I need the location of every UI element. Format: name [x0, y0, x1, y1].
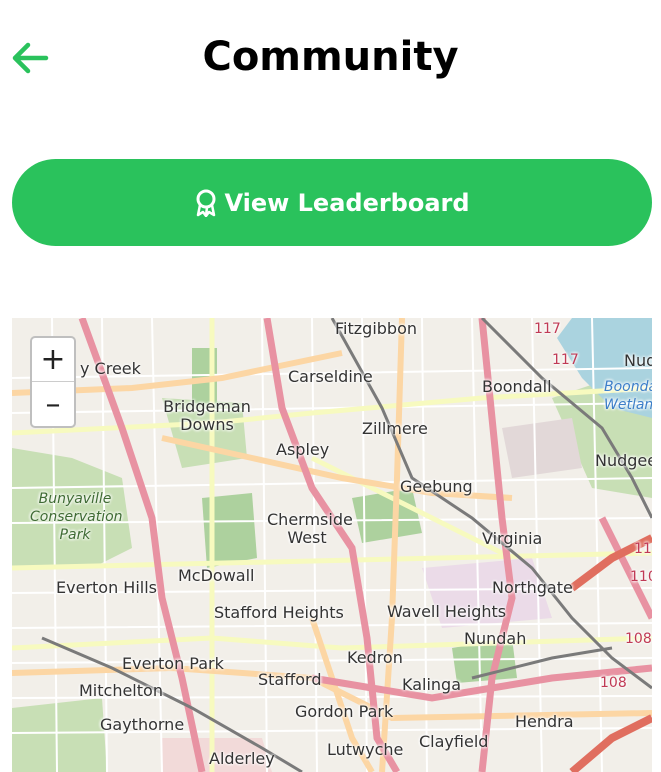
app-header: Community	[0, 0, 661, 120]
route-number-label: 108	[625, 631, 652, 647]
place-label: Aspley	[276, 440, 330, 459]
zoom-control: + –	[30, 336, 76, 428]
view-leaderboard-label: View Leaderboard	[224, 188, 470, 217]
place-label: Nundah	[464, 629, 527, 648]
place-label: Everton Hills	[56, 578, 157, 597]
route-number-label: 108	[600, 675, 627, 691]
zoom-in-button[interactable]: +	[32, 338, 74, 382]
place-label: Lutwyche	[327, 740, 404, 759]
place-label: y Creek	[80, 359, 141, 378]
place-label: Alderley	[209, 749, 275, 768]
award-ribbon-icon	[196, 189, 216, 217]
place-label: Nudgee	[595, 451, 652, 470]
place-label: Carseldine	[288, 367, 373, 386]
industrial-area	[502, 418, 582, 478]
zoom-out-button[interactable]: –	[32, 382, 74, 426]
place-label: Kalinga	[402, 675, 462, 694]
place-label: Wavell Heights	[387, 602, 507, 621]
view-leaderboard-button[interactable]: View Leaderboard	[12, 159, 652, 246]
place-label: Stafford	[258, 670, 322, 689]
place-label: Northgate	[492, 578, 573, 597]
place-label: Kedron	[347, 648, 403, 667]
place-label: Nud	[624, 351, 652, 370]
route-number-label: 11	[634, 541, 652, 557]
place-label: Clayfield	[419, 732, 489, 751]
place-label: Mitchelton	[79, 681, 163, 700]
place-label: McDowall	[178, 566, 255, 585]
place-label: Gordon Park	[295, 702, 394, 721]
place-label: Chermside West	[267, 510, 353, 547]
place-label: Everton Park	[122, 654, 224, 673]
page-title: Community	[202, 34, 459, 80]
place-label: Zillmere	[362, 419, 428, 438]
motorway	[569, 714, 652, 772]
place-label: Geebung	[400, 477, 473, 496]
community-map[interactable]: + – Fitzgibbon y Creek Carseldine Boonda…	[12, 318, 652, 772]
place-label: Bridgeman Downs	[163, 397, 251, 434]
place-label: Gaythorne	[100, 715, 185, 734]
place-label: Boondall	[482, 377, 552, 396]
route-number-label: 110	[630, 569, 652, 585]
place-label: Hendra	[515, 712, 574, 731]
park-label: Bunyaville Conservation Park	[30, 491, 123, 543]
route-number-label: 117	[534, 321, 561, 337]
place-label: Virginia	[482, 529, 543, 548]
place-label: Fitzgibbon	[335, 319, 417, 338]
water-label: Boondall Wetlands	[604, 379, 652, 413]
place-label: Stafford Heights	[214, 603, 344, 622]
route-number-label: 117	[552, 352, 579, 368]
park-area	[12, 698, 107, 772]
